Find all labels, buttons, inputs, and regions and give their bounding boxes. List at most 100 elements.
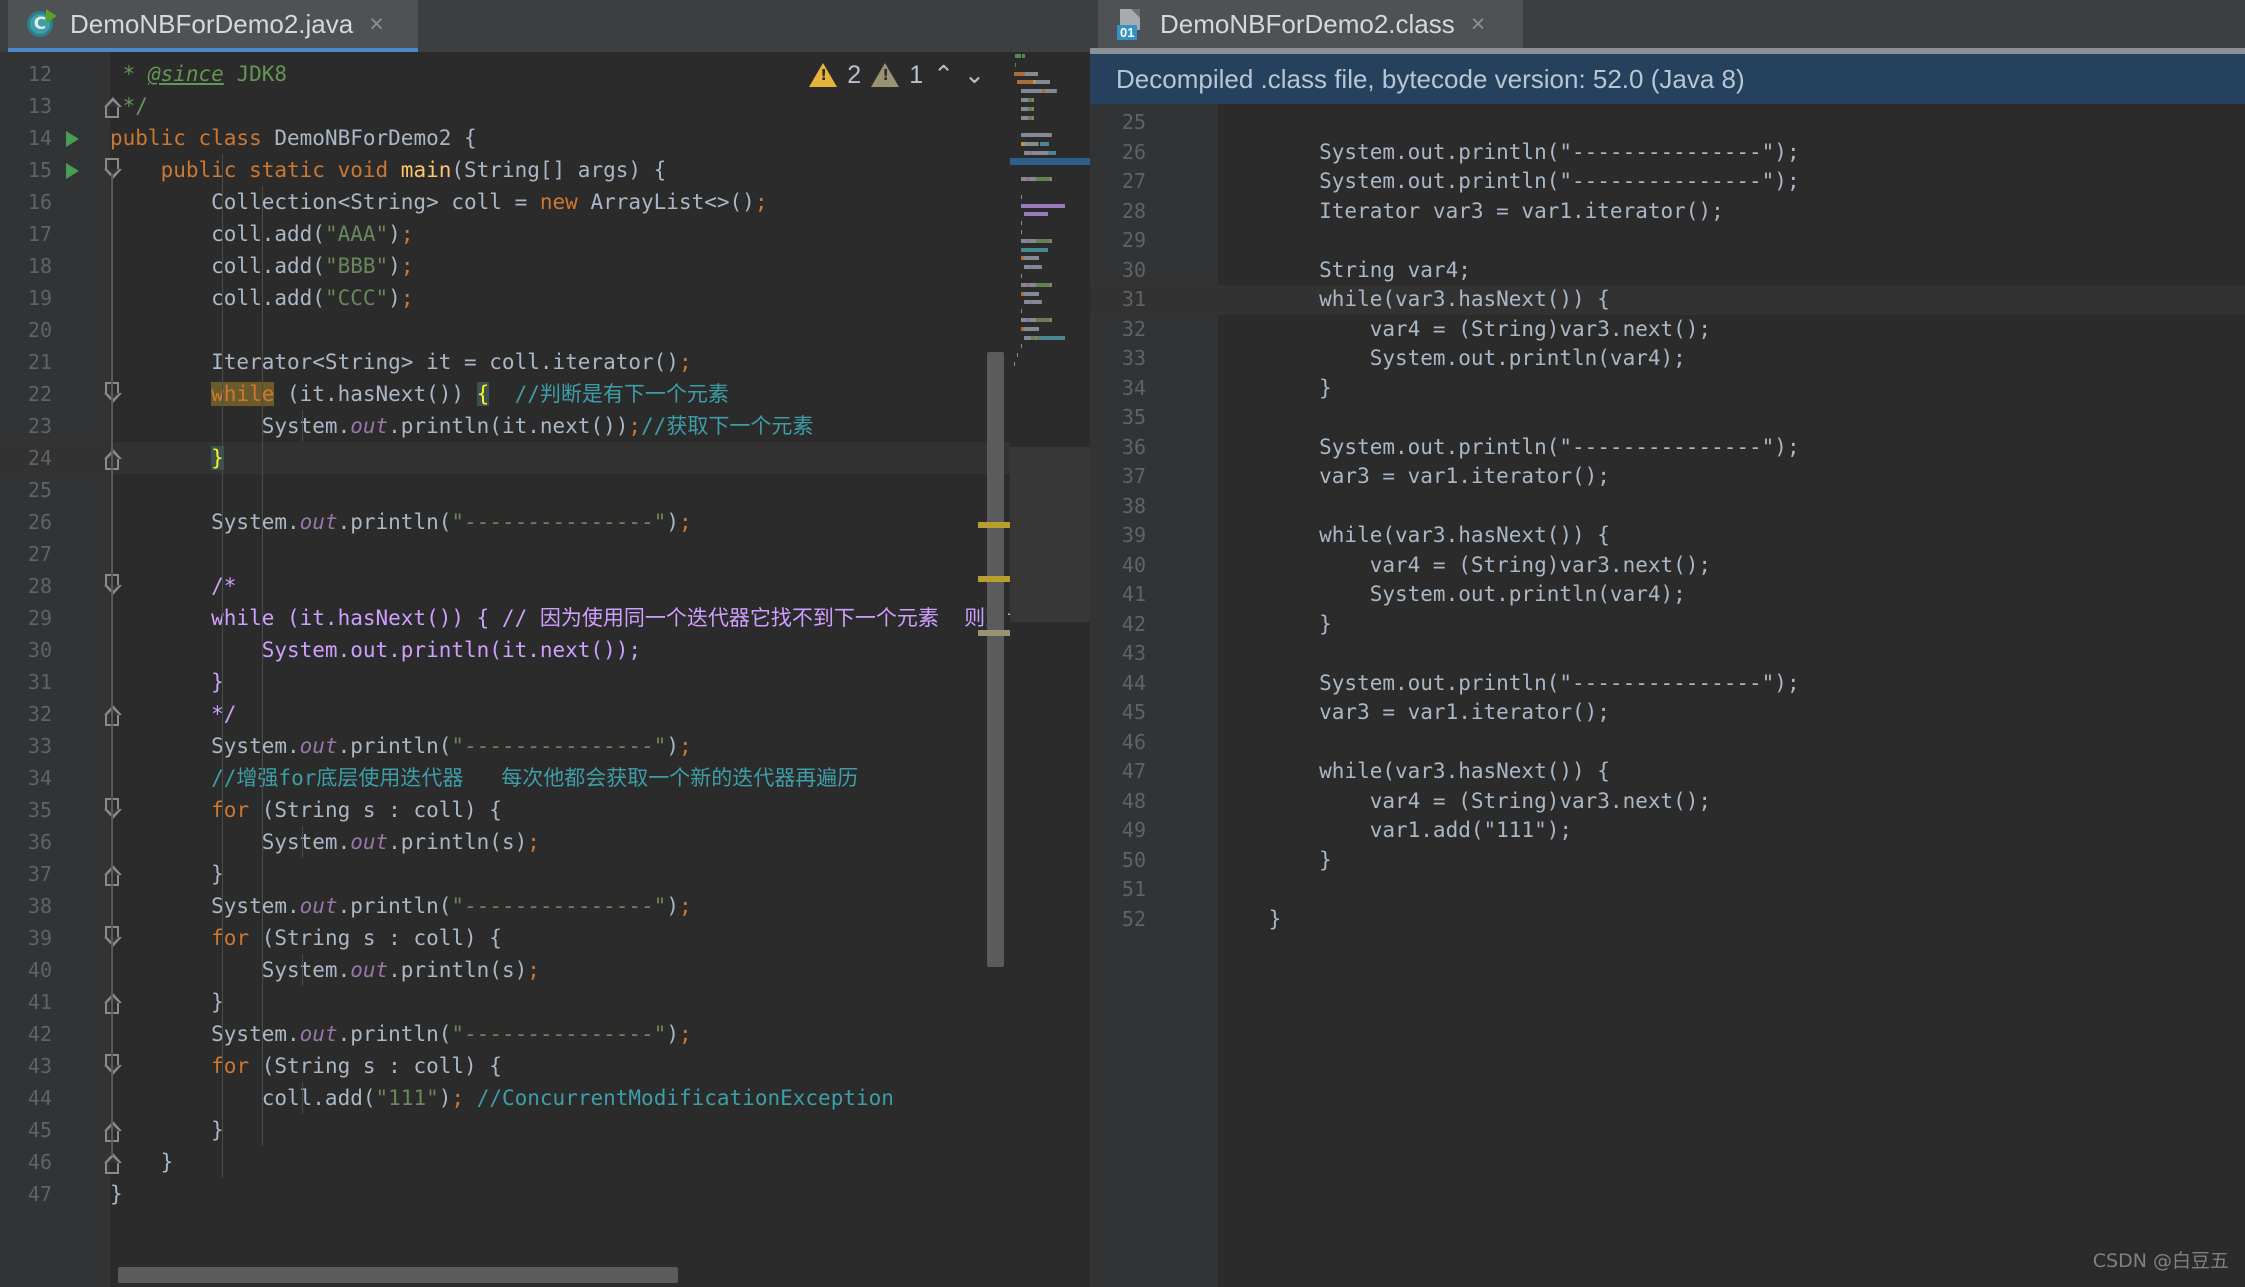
code-line[interactable]: 15 public static void main(String[] args… xyxy=(0,154,1010,186)
code-line[interactable]: 32 */ xyxy=(0,698,1010,730)
code-line[interactable]: 44 coll.add("111"); //ConcurrentModifica… xyxy=(0,1082,1010,1114)
code-line[interactable]: 13 */ xyxy=(0,90,1010,122)
code-line[interactable]: 44 System.out.println("---------------")… xyxy=(1090,669,2245,699)
code-text: } xyxy=(1218,611,1332,636)
code-line[interactable]: 40 var4 = (String)var3.next(); xyxy=(1090,551,2245,581)
line-number: 44 xyxy=(27,1086,52,1110)
scroll-weak-marker[interactable] xyxy=(978,630,1014,636)
code-line[interactable]: 27 System.out.println("---------------")… xyxy=(1090,167,2245,197)
chevron-down-icon[interactable]: ⌄ xyxy=(964,60,985,90)
code-minimap[interactable] xyxy=(1010,52,1090,1287)
code-line[interactable]: 33 System.out.println(var4); xyxy=(1090,344,2245,374)
code-line[interactable]: 43 for (String s : coll) { xyxy=(0,1050,1010,1082)
minimap-token xyxy=(1048,150,1056,155)
line-number: 41 xyxy=(27,990,52,1014)
code-line[interactable]: 20 xyxy=(0,314,1010,346)
code-line[interactable]: 33 System.out.println("---------------")… xyxy=(0,730,1010,762)
code-line[interactable]: 51 xyxy=(1090,875,2245,905)
code-line[interactable]: 46 } xyxy=(0,1146,1010,1178)
code-line[interactable]: 29 while (it.hasNext()) { // 因为使用同一个迭代器它… xyxy=(0,602,1069,634)
scroll-warning-marker[interactable] xyxy=(978,576,1014,582)
horizontal-scrollbar[interactable] xyxy=(118,1267,678,1283)
tab-demonbfordemo2-class[interactable]: 01 DemoNBForDemo2.class × xyxy=(1098,0,1523,48)
code-line[interactable]: 34 //增强for底层使用迭代器 每次他都会获取一个新的迭代器再遍历 xyxy=(0,762,1010,794)
code-line[interactable]: 39 for (String s : coll) { xyxy=(0,922,1010,954)
code-line[interactable]: 22 while (it.hasNext()) { //判断是有下一个元素 xyxy=(0,378,1010,410)
indent-guide xyxy=(302,954,303,986)
close-icon[interactable]: × xyxy=(369,11,384,37)
chevron-up-icon[interactable]: ⌃ xyxy=(933,60,954,90)
code-text: while (it.hasNext()) { //判断是有下一个元素 xyxy=(211,382,729,406)
code-line[interactable]: 32 var4 = (String)var3.next(); xyxy=(1090,315,2245,345)
code-line[interactable]: 16 Collection<String> coll = new ArrayLi… xyxy=(0,186,1010,218)
code-line[interactable]: 28 /* xyxy=(0,570,1010,602)
line-number: 42 xyxy=(27,1022,52,1046)
code-line[interactable]: 47} xyxy=(0,1178,1010,1210)
decompiled-class-editor[interactable]: 25 26 System.out.println("---------------… xyxy=(1090,104,2245,1287)
code-line[interactable]: 45 } xyxy=(0,1114,1010,1146)
code-text: var1.add("111"); xyxy=(1218,818,1573,842)
code-line[interactable]: 17 coll.add("AAA"); xyxy=(0,218,1010,250)
code-line[interactable]: 25 xyxy=(0,474,1010,506)
code-line[interactable]: 18 coll.add("BBB"); xyxy=(0,250,1010,282)
code-line[interactable]: 27 xyxy=(0,538,1010,570)
tab-demonbfordemo2-java[interactable]: C DemoNBForDemo2.java × xyxy=(8,0,418,52)
code-line[interactable]: 26 System.out.println("---------------")… xyxy=(1090,138,2245,168)
line-number: 33 xyxy=(1121,346,1146,370)
code-line[interactable]: 26 System.out.println("---------------")… xyxy=(0,506,1010,538)
code-line[interactable]: 36 System.out.println("---------------")… xyxy=(1090,433,2245,463)
code-line[interactable]: 38 System.out.println("---------------")… xyxy=(0,890,1010,922)
vertical-scrollbar[interactable] xyxy=(987,352,1004,967)
code-line[interactable]: 30 String var4; xyxy=(1090,256,2245,286)
code-line[interactable]: 50 } xyxy=(1090,846,2245,876)
code-line[interactable]: 39 while(var3.hasNext()) { xyxy=(1090,521,2245,551)
code-text: Collection<String> coll = new ArrayList<… xyxy=(110,190,768,214)
code-text: } xyxy=(1218,375,1332,400)
code-line[interactable]: 34 } xyxy=(1090,374,2245,404)
code-line[interactable]: 43 xyxy=(1090,639,2245,669)
code-line[interactable]: 41 System.out.println(var4); xyxy=(1090,580,2245,610)
minimap-viewport[interactable] xyxy=(1010,447,1090,622)
code-line[interactable]: 49 var1.add("111"); xyxy=(1090,816,2245,846)
code-line[interactable]: 38 xyxy=(1090,492,2245,522)
code-line[interactable]: 21 Iterator<String> it = coll.iterator()… xyxy=(0,346,1010,378)
code-line[interactable]: 47 while(var3.hasNext()) { xyxy=(1090,757,2245,787)
code-line[interactable]: 40 System.out.println(s); xyxy=(0,954,1010,986)
code-line[interactable]: 46 xyxy=(1090,728,2245,758)
code-line[interactable]: 41 } xyxy=(0,986,1010,1018)
code-line[interactable]: 42 } xyxy=(1090,610,2245,640)
code-text: System.out.println("---------------"); xyxy=(1218,169,1800,193)
inspection-status-widget[interactable]: 2 1 ⌃ ⌄ xyxy=(809,60,985,90)
run-gutter-icon[interactable] xyxy=(66,131,79,147)
code-line[interactable]: 45 var3 = var1.iterator(); xyxy=(1090,698,2245,728)
code-line[interactable]: 36 System.out.println(s); xyxy=(0,826,1010,858)
code-text: System.out.println(it.next()); xyxy=(110,638,642,662)
line-number: 26 xyxy=(27,510,52,534)
code-line[interactable]: 28 Iterator var3 = var1.iterator(); xyxy=(1090,197,2245,227)
class-badge: 01 xyxy=(1117,25,1138,40)
java-source-editor[interactable]: 12 * @since JDK8 13 */14 public class Demo… xyxy=(0,52,1090,1287)
code-line[interactable]: 31 } xyxy=(0,666,1010,698)
code-line[interactable]: 29 xyxy=(1090,226,2245,256)
code-line[interactable]: 35 xyxy=(1090,403,2245,433)
code-line[interactable]: 31 while(var3.hasNext()) { xyxy=(1090,285,2245,315)
run-gutter-icon[interactable] xyxy=(66,163,79,179)
code-line[interactable]: 19 coll.add("CCC"); xyxy=(0,282,1010,314)
minimap-token xyxy=(1036,80,1051,85)
code-line[interactable]: 37 } xyxy=(0,858,1010,890)
code-line[interactable]: 52 } xyxy=(1090,905,2245,935)
code-line[interactable]: 37 var3 = var1.iterator(); xyxy=(1090,462,2245,492)
code-line[interactable]: 24 } xyxy=(0,442,1010,474)
code-line[interactable]: 35 for (String s : coll) { xyxy=(0,794,1010,826)
code-line[interactable]: 42 System.out.println("---------------")… xyxy=(0,1018,1010,1050)
code-line[interactable]: 14 public class DemoNBForDemo2 { xyxy=(0,122,1010,154)
code-line[interactable]: 30 System.out.println(it.next()); xyxy=(0,634,1010,666)
indent-guide xyxy=(222,154,223,1178)
minimap-token xyxy=(1041,265,1042,270)
code-line[interactable]: 25 xyxy=(1090,108,2245,138)
close-icon[interactable]: × xyxy=(1471,11,1486,37)
code-line[interactable]: 48 var4 = (String)var3.next(); xyxy=(1090,787,2245,817)
code-line[interactable]: 23 System.out.println(it.next());//获取下一个… xyxy=(0,410,1010,442)
scroll-warning-marker[interactable] xyxy=(978,522,1014,528)
minimap-token xyxy=(1014,62,1017,67)
